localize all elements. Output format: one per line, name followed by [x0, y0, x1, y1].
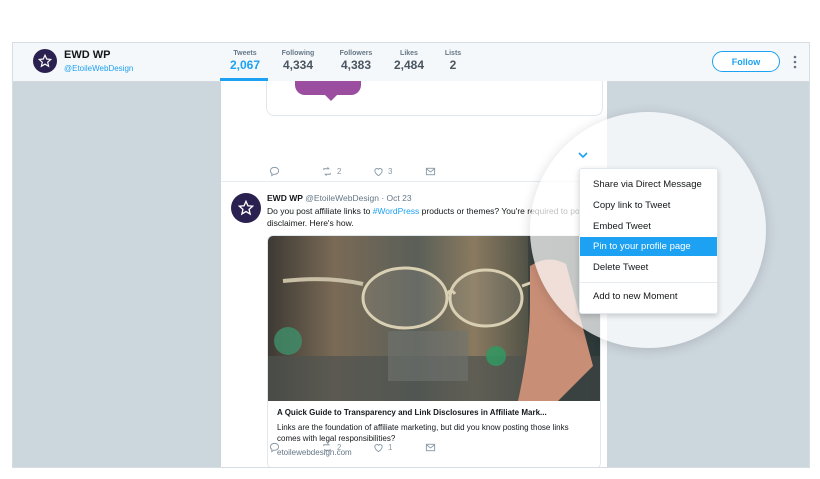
- menu-divider: [580, 282, 717, 283]
- follow-button[interactable]: Follow: [712, 51, 780, 72]
- stat-label: Likes: [400, 50, 418, 57]
- retweet-count: 2: [337, 167, 342, 176]
- message-icon: [425, 443, 436, 452]
- reply-icon: [269, 166, 280, 177]
- message-action[interactable]: [425, 442, 436, 453]
- like-action[interactable]: 3: [373, 166, 425, 177]
- retweet-icon: [323, 443, 331, 452]
- tweet-header: EWD WP @EtoileWebDesign · Oct 23: [267, 193, 412, 203]
- like-action[interactable]: 1: [373, 442, 425, 453]
- stat-label: Following: [281, 50, 315, 57]
- stat-likes[interactable]: Likes 2,484: [391, 50, 427, 72]
- tweet-date[interactable]: Oct 23: [387, 193, 412, 203]
- message-icon: [425, 167, 436, 176]
- retweet-count: 2: [337, 443, 342, 452]
- menu-item-delete[interactable]: Delete Tweet: [580, 258, 717, 277]
- stat-followers[interactable]: Followers 4,383: [333, 50, 379, 72]
- menu-item-embed[interactable]: Embed Tweet: [580, 217, 717, 236]
- stat-following[interactable]: Following 4,334: [275, 50, 321, 72]
- stat-label: Followers: [339, 50, 373, 57]
- tweet-options-menu: Share via Direct Message Copy link to Tw…: [579, 168, 718, 314]
- stat-lists[interactable]: Lists 2: [439, 50, 467, 72]
- menu-item-pin[interactable]: Pin to your profile page: [580, 237, 717, 256]
- like-icon: [374, 444, 383, 453]
- menu-item-share-dm[interactable]: Share via Direct Message: [580, 175, 717, 194]
- card-title: A Quick Guide to Transparency and Link D…: [277, 408, 547, 417]
- reply-icon: [269, 442, 280, 453]
- like-count: 3: [388, 167, 393, 176]
- profile-header-bar: EWD WP @EtoileWebDesign Tweets 2,067 Fol…: [13, 43, 809, 82]
- card-graphic-tail: [325, 95, 337, 101]
- stat-label: Lists: [444, 50, 462, 57]
- stat-value: 2,067: [229, 58, 261, 72]
- menu-item-add-moment[interactable]: Add to new Moment: [580, 287, 717, 306]
- tweet-avatar[interactable]: [231, 193, 261, 223]
- menu-item-copy-link[interactable]: Copy link to Tweet: [580, 196, 717, 215]
- tweet-separator: ·: [381, 193, 385, 203]
- profile-handle[interactable]: @EtoileWebDesign: [64, 64, 133, 73]
- hashtag-link[interactable]: #WordPress: [373, 206, 420, 216]
- stat-value: 2: [449, 58, 457, 72]
- stat-tweets[interactable]: Tweets 2,067: [225, 50, 265, 72]
- previous-tweet-card[interactable]: [266, 81, 603, 116]
- stat-value: 4,334: [282, 58, 314, 72]
- stat-value: 2,484: [393, 58, 425, 72]
- like-count: 1: [388, 443, 393, 452]
- retweet-action[interactable]: 2: [321, 442, 373, 453]
- reply-action[interactable]: [269, 166, 321, 177]
- like-icon: [374, 168, 383, 177]
- chevron-down-icon[interactable]: [578, 151, 588, 161]
- tweet-actions: 2 1: [269, 442, 436, 453]
- more-vertical-icon[interactable]: [793, 55, 797, 69]
- message-action[interactable]: [425, 166, 436, 177]
- tweet-text-before: Do you post affiliate links to: [267, 206, 373, 216]
- profile-avatar[interactable]: [33, 49, 57, 73]
- card-description: Links are the foundation of affiliate ma…: [277, 423, 569, 443]
- tweet-author-handle[interactable]: @EtoileWebDesign: [305, 193, 379, 203]
- stat-label: Tweets: [233, 50, 257, 57]
- star-logo-icon: [38, 54, 52, 68]
- previous-tweet-actions: 2 3: [269, 166, 436, 177]
- stat-value: 4,383: [340, 58, 372, 72]
- star-logo-icon: [238, 200, 254, 216]
- profile-name[interactable]: EWD WP: [64, 49, 110, 61]
- card-graphic: [295, 81, 361, 95]
- reply-action[interactable]: [269, 442, 321, 453]
- retweet-icon: [323, 167, 331, 176]
- tweet-author-name[interactable]: EWD WP: [267, 193, 303, 203]
- retweet-action[interactable]: 2: [321, 166, 373, 177]
